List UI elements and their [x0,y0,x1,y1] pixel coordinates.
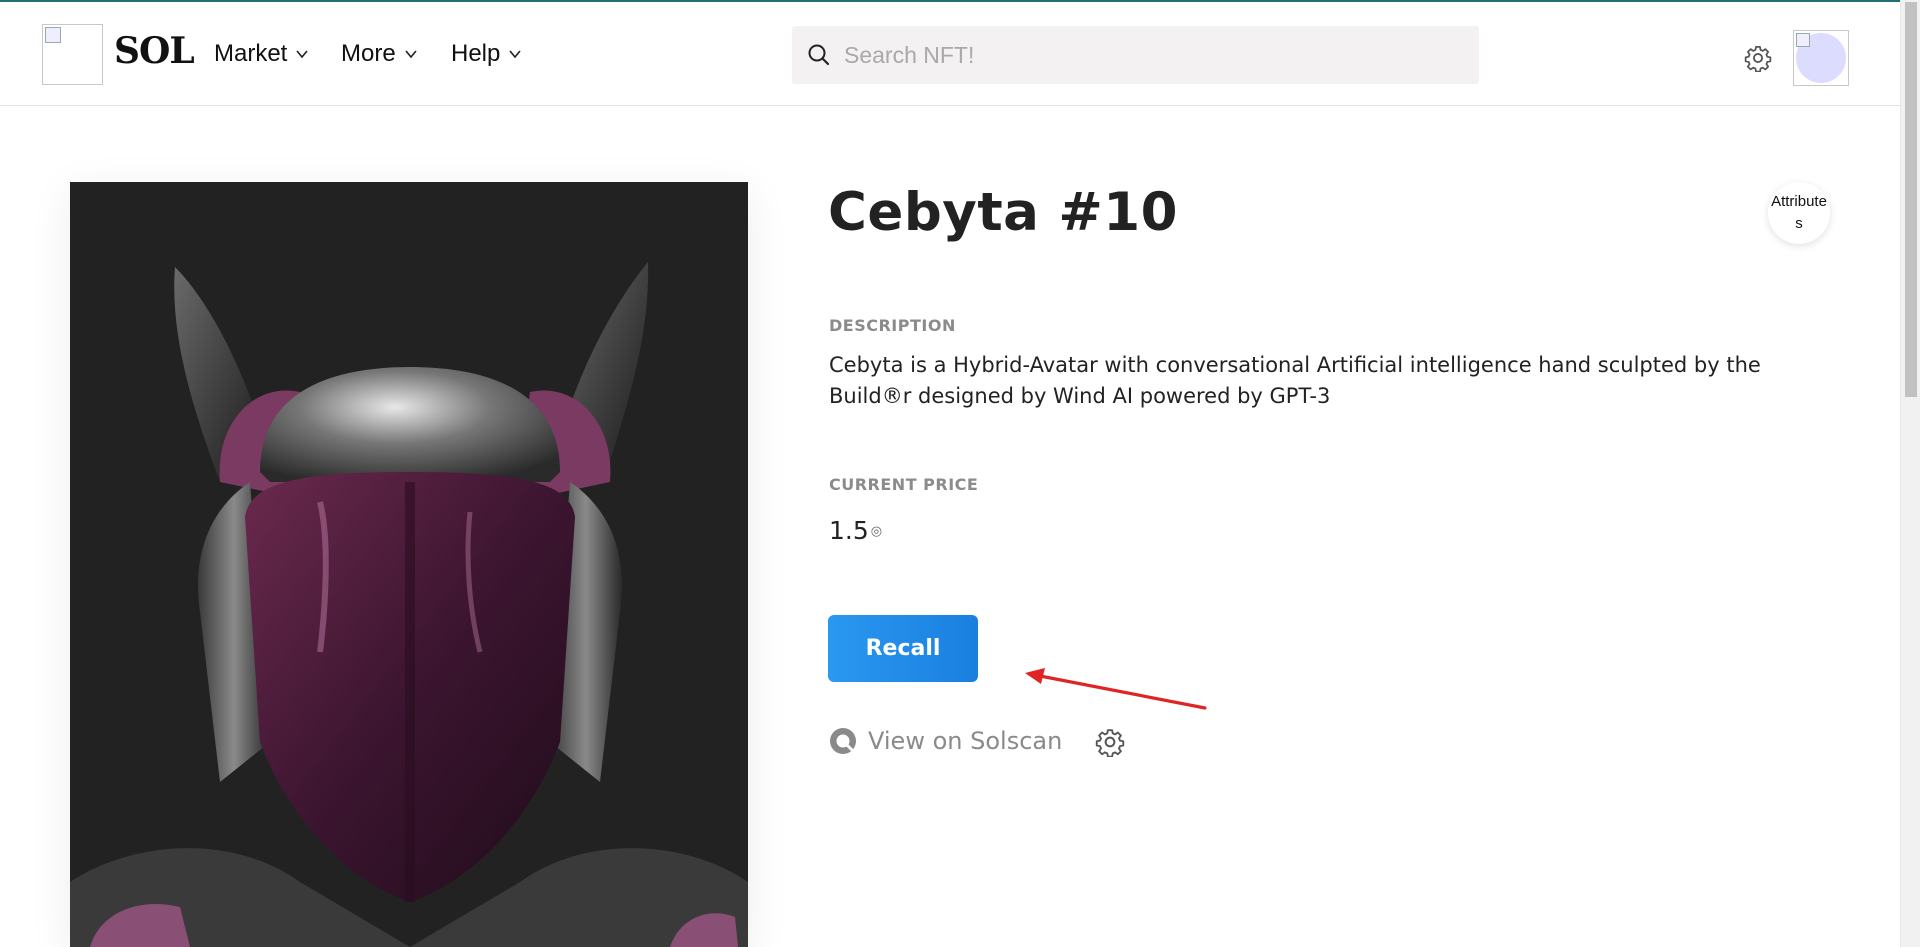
chevron-down-icon [405,50,417,59]
nav-more-menu[interactable]: More [341,40,418,68]
logo-image[interactable] [42,24,103,85]
red-arrow-annotation [1025,668,1207,710]
current-price: 1.5 ◎ [829,516,882,545]
attributes-button[interactable]: Attributes [1768,182,1830,244]
chevron-down-icon [509,50,521,59]
search-bar[interactable] [792,26,1479,84]
search-input[interactable] [844,41,1479,69]
solscan-label: View on Solscan [868,727,1063,755]
nav-market-menu[interactable]: Market [214,40,309,68]
search-icon [808,44,830,66]
description-label: DESCRIPTION [829,316,956,335]
nav-market-label: Market [214,40,288,67]
brand-name[interactable]: SOL [114,30,195,72]
nft-description: Cebyta is a Hybrid-Avatar with conversat… [829,353,1761,408]
price-value: 1.5 [829,516,869,545]
nav-more-label: More [341,40,396,67]
chevron-down-icon [296,50,308,59]
vertical-scrollbar[interactable] [1900,0,1920,947]
scrollbar-thumb[interactable] [1905,2,1917,397]
broken-image-icon [1796,33,1810,47]
user-avatar[interactable] [1793,30,1849,86]
sol-currency-icon: ◎ [870,524,883,539]
gear-icon[interactable] [1744,44,1772,72]
nft-image [70,182,748,947]
nft-title: Cebyta #10 [828,182,1179,243]
recall-button[interactable]: Recall [828,615,978,682]
top-navbar: SOL Market More Help [0,2,1900,106]
helmet-render-image [70,262,748,947]
nav-help-label: Help [451,40,501,67]
solscan-icon [830,728,856,754]
view-on-solscan-link[interactable]: View on Solscan [828,726,1062,756]
current-price-label: CURRENT PRICE [829,475,979,494]
gear-icon[interactable] [1095,727,1125,757]
nav-help-menu[interactable]: Help [451,40,522,68]
